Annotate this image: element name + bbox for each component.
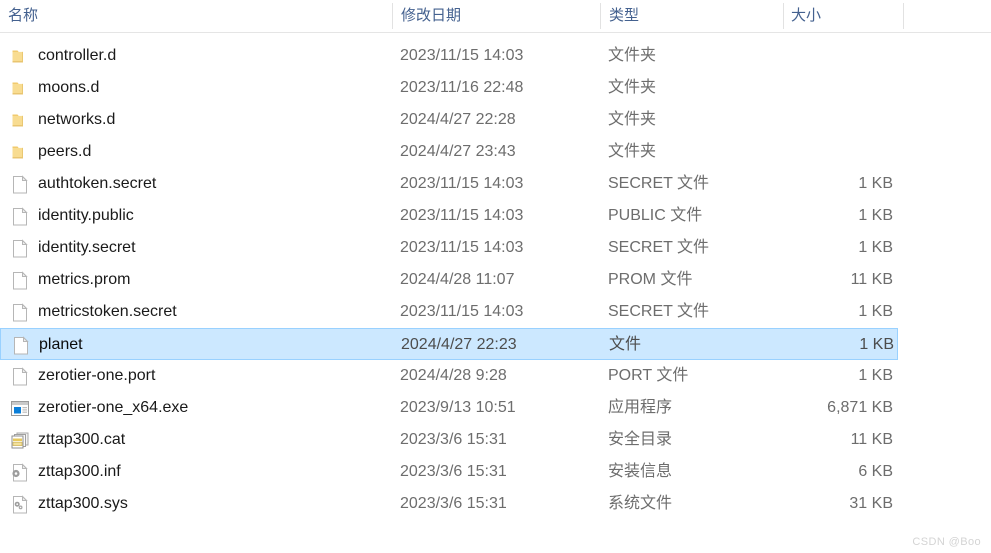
folder-icon <box>12 82 23 95</box>
security-catalog-icon <box>11 432 29 449</box>
file-list-row[interactable]: authtoken.secret 2023/11/15 14:03 SECRET 文… <box>0 168 898 200</box>
column-divider-date-type[interactable] <box>600 3 601 29</box>
file-name-cell[interactable]: metricstoken.secret <box>38 296 388 328</box>
file-date-modified-cell: 2023/11/15 14:03 <box>400 47 524 64</box>
generic-file-icon <box>13 175 28 194</box>
column-header-row: 名称 修改日期 类型 大小 <box>0 0 991 33</box>
file-size-cell: 6 KB <box>858 463 893 480</box>
file-size-cell: 11 KB <box>850 271 893 288</box>
watermark-text: CSDN @Boo <box>912 536 981 548</box>
file-date-modified-cell: 2023/11/15 14:03 <box>400 303 524 320</box>
folder-icon <box>12 146 23 159</box>
file-name-cell[interactable]: identity.public <box>38 200 388 232</box>
column-header-name[interactable]: 名称 <box>8 0 388 32</box>
file-date-modified-cell: 2023/3/6 15:31 <box>400 463 507 480</box>
file-date-modified-cell: 2023/3/6 15:31 <box>400 495 507 512</box>
file-size-cell <box>700 104 893 136</box>
generic-file-icon <box>13 271 28 290</box>
file-list-row[interactable]: peers.d 2024/4/27 23:43 文件夹 <box>0 136 898 168</box>
file-list-body: controller.d 2023/11/15 14:03 文件夹 moons.d 20… <box>0 40 991 520</box>
file-name-cell[interactable]: controller.d <box>38 40 388 72</box>
column-divider-name-date[interactable] <box>392 3 393 29</box>
file-size-cell: 11 KB <box>850 431 893 448</box>
generic-file-icon <box>13 239 28 258</box>
file-list-row[interactable]: zttap300.sys 2023/3/6 15:31 系统文件 31 KB <box>0 488 898 520</box>
file-size-cell: 1 KB <box>858 175 893 192</box>
file-date-modified-cell: 2023/11/16 22:48 <box>400 79 524 96</box>
file-name-cell[interactable]: zerotier-one_x64.exe <box>38 392 388 424</box>
file-name-cell[interactable]: authtoken.secret <box>38 168 388 200</box>
file-name-cell[interactable]: planet <box>39 329 389 361</box>
file-name-cell[interactable]: zerotier-one.port <box>38 360 388 392</box>
file-list-row[interactable]: identity.secret 2023/11/15 14:03 SECRET 文件… <box>0 232 898 264</box>
file-size-cell <box>700 72 893 104</box>
file-size-cell: 1 KB <box>858 207 893 224</box>
file-list-row[interactable]: zerotier-one.port 2024/4/28 9:28 PORT 文件 1 … <box>0 360 898 392</box>
file-date-modified-cell: 2023/9/13 10:51 <box>400 399 516 416</box>
file-date-modified-cell: 2024/4/27 22:23 <box>401 336 517 353</box>
column-header-date-modified[interactable]: 修改日期 <box>401 0 596 32</box>
file-list-row[interactable]: networks.d 2024/4/27 22:28 文件夹 <box>0 104 898 136</box>
column-header-type[interactable]: 类型 <box>609 0 779 32</box>
file-date-modified-cell: 2024/4/27 23:43 <box>400 143 516 160</box>
file-name-cell[interactable]: peers.d <box>38 136 388 168</box>
file-size-cell <box>700 40 893 72</box>
file-date-modified-cell: 2024/4/28 9:28 <box>400 367 507 384</box>
generic-file-icon <box>14 336 29 355</box>
file-list-row[interactable]: metricstoken.secret 2023/11/15 14:03 SECRE… <box>0 296 898 328</box>
file-size-cell <box>700 136 893 168</box>
file-list-row[interactable]: identity.public 2023/11/15 14:03 PUBLIC 文件… <box>0 200 898 232</box>
column-divider-type-size[interactable] <box>783 3 784 29</box>
file-name-cell[interactable]: zttap300.inf <box>38 456 388 488</box>
setup-information-icon <box>12 463 28 482</box>
file-name-cell[interactable]: moons.d <box>38 72 388 104</box>
folder-icon <box>12 114 23 127</box>
file-size-cell: 31 KB <box>849 495 893 512</box>
file-size-cell: 1 KB <box>858 303 893 320</box>
file-name-cell[interactable]: metrics.prom <box>38 264 388 296</box>
file-date-modified-cell: 2023/3/6 15:31 <box>400 431 507 448</box>
file-name-cell[interactable]: zttap300.cat <box>38 424 388 456</box>
application-icon <box>11 401 29 416</box>
file-list-row[interactable]: zttap300.inf 2023/3/6 15:31 安装信息 6 KB <box>0 456 898 488</box>
file-list-row[interactable]: zerotier-one_x64.exe 2023/9/13 10:51 应用程序 6… <box>0 392 898 424</box>
file-explorer-list: 名称 修改日期 类型 大小 controller.d 2023/11/15 14:… <box>0 0 991 553</box>
file-size-cell: 1 KB <box>858 367 893 384</box>
file-list-row[interactable]: metrics.prom 2024/4/28 11:07 PROM 文件 11 KB <box>0 264 898 296</box>
file-size-cell: 1 KB <box>859 336 894 353</box>
file-size-cell: 6,871 KB <box>827 399 893 416</box>
file-name-cell[interactable]: networks.d <box>38 104 388 136</box>
file-list-row[interactable]: planet 2024/4/27 22:23 文件 1 KB <box>0 328 898 360</box>
generic-file-icon <box>13 303 28 322</box>
file-size-cell: 1 KB <box>858 239 893 256</box>
file-date-modified-cell: 2023/11/15 14:03 <box>400 175 524 192</box>
file-name-cell[interactable]: identity.secret <box>38 232 388 264</box>
file-date-modified-cell: 2024/4/28 11:07 <box>400 271 515 288</box>
folder-icon <box>12 50 23 63</box>
file-date-modified-cell: 2024/4/27 22:28 <box>400 111 516 128</box>
file-list-row[interactable]: moons.d 2023/11/16 22:48 文件夹 <box>0 72 898 104</box>
column-header-size[interactable]: 大小 <box>791 0 896 32</box>
file-name-cell[interactable]: zttap300.sys <box>38 488 388 520</box>
system-file-icon <box>13 495 28 514</box>
generic-file-icon <box>13 367 28 386</box>
column-divider-size-end[interactable] <box>903 3 904 29</box>
file-date-modified-cell: 2023/11/15 14:03 <box>400 239 524 256</box>
file-list-row[interactable]: zttap300.cat 2023/3/6 15:31 安全目录 11 KB <box>0 424 898 456</box>
file-list-row[interactable]: controller.d 2023/11/15 14:03 文件夹 <box>0 40 898 72</box>
file-date-modified-cell: 2023/11/15 14:03 <box>400 207 524 224</box>
generic-file-icon <box>13 207 28 226</box>
